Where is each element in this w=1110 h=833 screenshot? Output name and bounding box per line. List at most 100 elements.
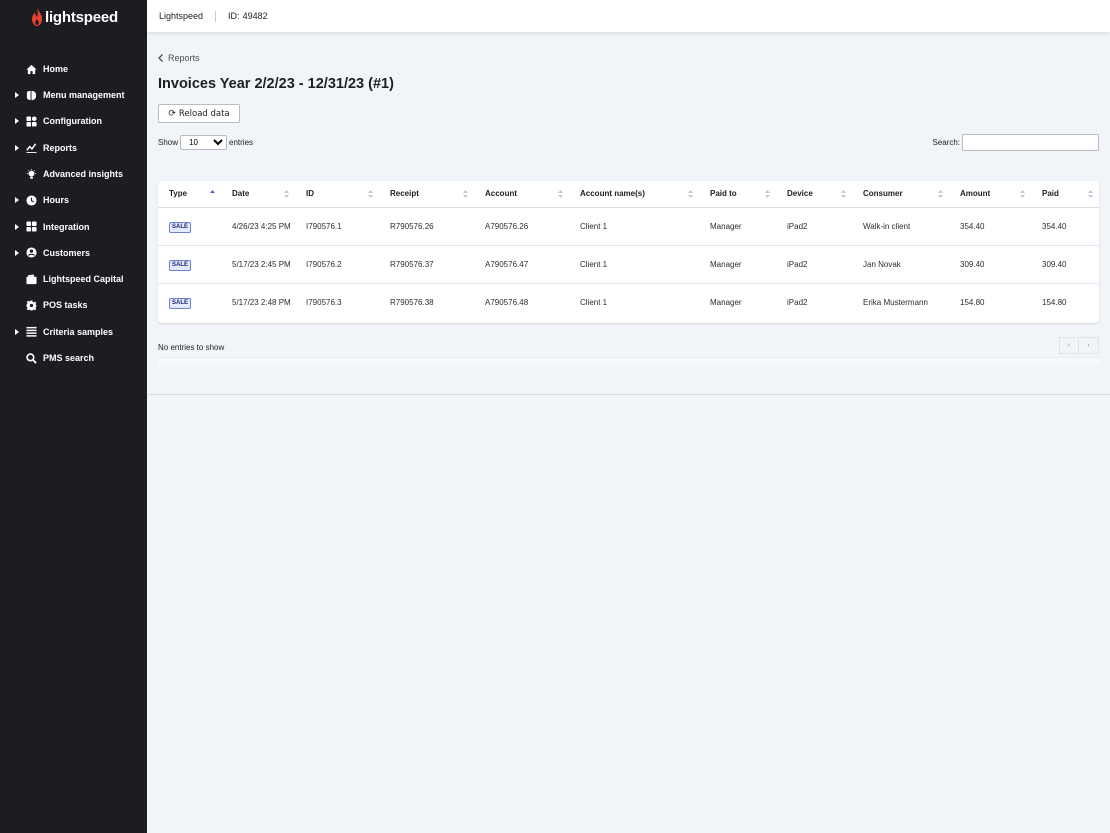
cell-value: I790576.3 [306, 297, 342, 307]
cell-value: A790576.47 [485, 259, 529, 269]
cell-value: 5/17/23 2:45 PM [232, 259, 291, 269]
caret-right-icon[interactable] [15, 197, 19, 204]
column-header-label: Account name(s) [580, 189, 645, 199]
sidebar-item-label: Integration [43, 221, 90, 232]
table-row[interactable]: SALE 5/17/23 2:45 PM I790576.2 R790576.37 A7… [158, 245, 1099, 284]
chevron-left-icon [158, 54, 163, 62]
sidebar-item-advanced-insights[interactable]: Advanced insights [0, 161, 147, 187]
cell-receipt: R790576.26 [379, 207, 474, 246]
sidebar: lightspeed Home Menu management Configurat… [0, 0, 147, 833]
pagination: ‹ › [1059, 337, 1099, 354]
menu-management-icon [25, 89, 37, 101]
cell-value: I790576.1 [306, 221, 342, 231]
horizontal-scrollbar[interactable] [158, 357, 1099, 365]
cell-value: Manager [710, 259, 742, 269]
column-header-amount[interactable]: Amount [949, 181, 1031, 208]
sidebar-item-pos-tasks[interactable]: POS tasks [0, 292, 147, 318]
caret-right-icon[interactable] [15, 249, 19, 256]
sidebar-item-reports[interactable]: Reports [0, 135, 147, 161]
sidebar-item-hours[interactable]: Hours [0, 187, 147, 213]
column-header-paid-to[interactable]: Paid to [699, 181, 776, 208]
previous-page-button[interactable]: ‹ [1059, 337, 1079, 354]
sidebar-item-home[interactable]: Home [0, 56, 147, 82]
invoices-table-card: Type Date ID Receipt Account Account name(s) P… [158, 181, 1099, 323]
cell-consumer: Walk-in client [852, 207, 949, 246]
topbar: Lightspeed ID: 49482 [147, 0, 1110, 32]
main-content: Reports Invoices Year 2/2/23 - 12/31/23 … [147, 32, 1110, 833]
column-header-account[interactable]: Account [474, 181, 569, 208]
column-header-account-name-s[interactable]: Account name(s) [569, 181, 699, 208]
breadcrumb-back-link[interactable]: Reports [158, 53, 200, 63]
table-header-row: Type Date ID Receipt Account Account name(s) P… [158, 181, 1099, 208]
cell-paid: 354.40 [1031, 207, 1099, 246]
clock-icon [25, 194, 37, 206]
cell-value: 4/26/23 4:25 PM [232, 221, 291, 231]
puzzle-grid-icon [25, 221, 37, 233]
cell-value: 154.80 [960, 297, 985, 307]
cell-value: Walk-in client [863, 221, 911, 231]
cell-value: Manager [710, 297, 742, 307]
home-icon [25, 63, 37, 75]
caret-right-icon[interactable] [15, 92, 19, 99]
caret-right-icon[interactable] [15, 118, 19, 125]
next-page-button[interactable]: › [1079, 337, 1099, 354]
table-row[interactable]: SALE 5/17/23 2:48 PM I790576.3 R790576.38 A7… [158, 283, 1099, 321]
gear-icon [25, 299, 37, 311]
cell-value: A790576.48 [485, 297, 529, 307]
column-header-type[interactable]: Type [158, 181, 221, 208]
cell-account-name: Client 1 [569, 283, 699, 321]
cell-value: Jan Novak [863, 259, 901, 269]
reload-data-button[interactable]: ⟳ Reload data [158, 104, 240, 123]
caret-right-icon[interactable] [15, 328, 19, 335]
cell-type: SALE [158, 245, 221, 284]
cell-value: 154.80 [1042, 297, 1067, 307]
logo[interactable]: lightspeed [0, 0, 147, 30]
column-header-label: Paid [1042, 189, 1059, 199]
cell-value: Client 1 [580, 297, 608, 307]
cell-paid-to: Manager [699, 245, 776, 284]
sidebar-item-pms-search[interactable]: PMS search [0, 345, 147, 371]
caret-right-icon[interactable] [15, 144, 19, 151]
sidebar-item-label: Lightspeed Capital [43, 274, 124, 285]
reload-data-label: Reload data [178, 108, 230, 119]
company-name: Lightspeed [159, 11, 204, 21]
column-header-date[interactable]: Date [221, 181, 295, 208]
sidebar-item-lightspeed-capital[interactable]: Lightspeed Capital [0, 266, 147, 292]
breadcrumb-label: Reports [168, 53, 200, 63]
column-header-id[interactable]: ID [295, 181, 379, 208]
cell-value: iPad2 [787, 297, 808, 307]
cell-id: I790576.3 [295, 283, 379, 321]
cell-value: Client 1 [580, 221, 608, 231]
search-icon [25, 352, 37, 364]
cell-account: A790576.48 [474, 283, 569, 321]
column-header-consumer[interactable]: Consumer [852, 181, 949, 208]
table-info: No entries to show [158, 343, 225, 352]
sidebar-item-menu-management[interactable]: Menu management [0, 82, 147, 108]
grid-icon [25, 115, 37, 127]
cell-value: 309.40 [1042, 259, 1067, 269]
cell-paid-to: Manager [699, 283, 776, 321]
cell-value: 309.40 [960, 259, 985, 269]
cell-account-name: Client 1 [569, 207, 699, 246]
column-header-label: ID [306, 189, 314, 199]
entries-length-control: Show 10 entries [158, 135, 253, 150]
show-label: Show [158, 138, 179, 147]
sidebar-item-integration[interactable]: Integration [0, 214, 147, 240]
cell-date: 5/17/23 2:45 PM [221, 245, 295, 284]
user-circle-icon [25, 247, 37, 259]
cell-paid-to: Manager [699, 207, 776, 246]
column-header-paid[interactable]: Paid [1031, 181, 1099, 208]
type-badge: SALE [169, 297, 192, 309]
search-input[interactable] [962, 134, 1099, 151]
cell-device: iPad2 [776, 207, 852, 246]
cell-id: I790576.1 [295, 207, 379, 246]
sidebar-item-configuration[interactable]: Configuration [0, 108, 147, 134]
column-header-receipt[interactable]: Receipt [379, 181, 474, 208]
table-row[interactable]: SALE 4/26/23 4:25 PM I790576.1 R790576.26 A7… [158, 207, 1099, 246]
column-header-device[interactable]: Device [776, 181, 852, 208]
sidebar-item-customers[interactable]: Customers [0, 240, 147, 266]
entries-select[interactable]: 10 [180, 135, 228, 150]
sidebar-item-criteria-samples[interactable]: Criteria samples [0, 319, 147, 345]
caret-right-icon[interactable] [15, 223, 19, 230]
cell-value: R790576.26 [390, 221, 434, 231]
